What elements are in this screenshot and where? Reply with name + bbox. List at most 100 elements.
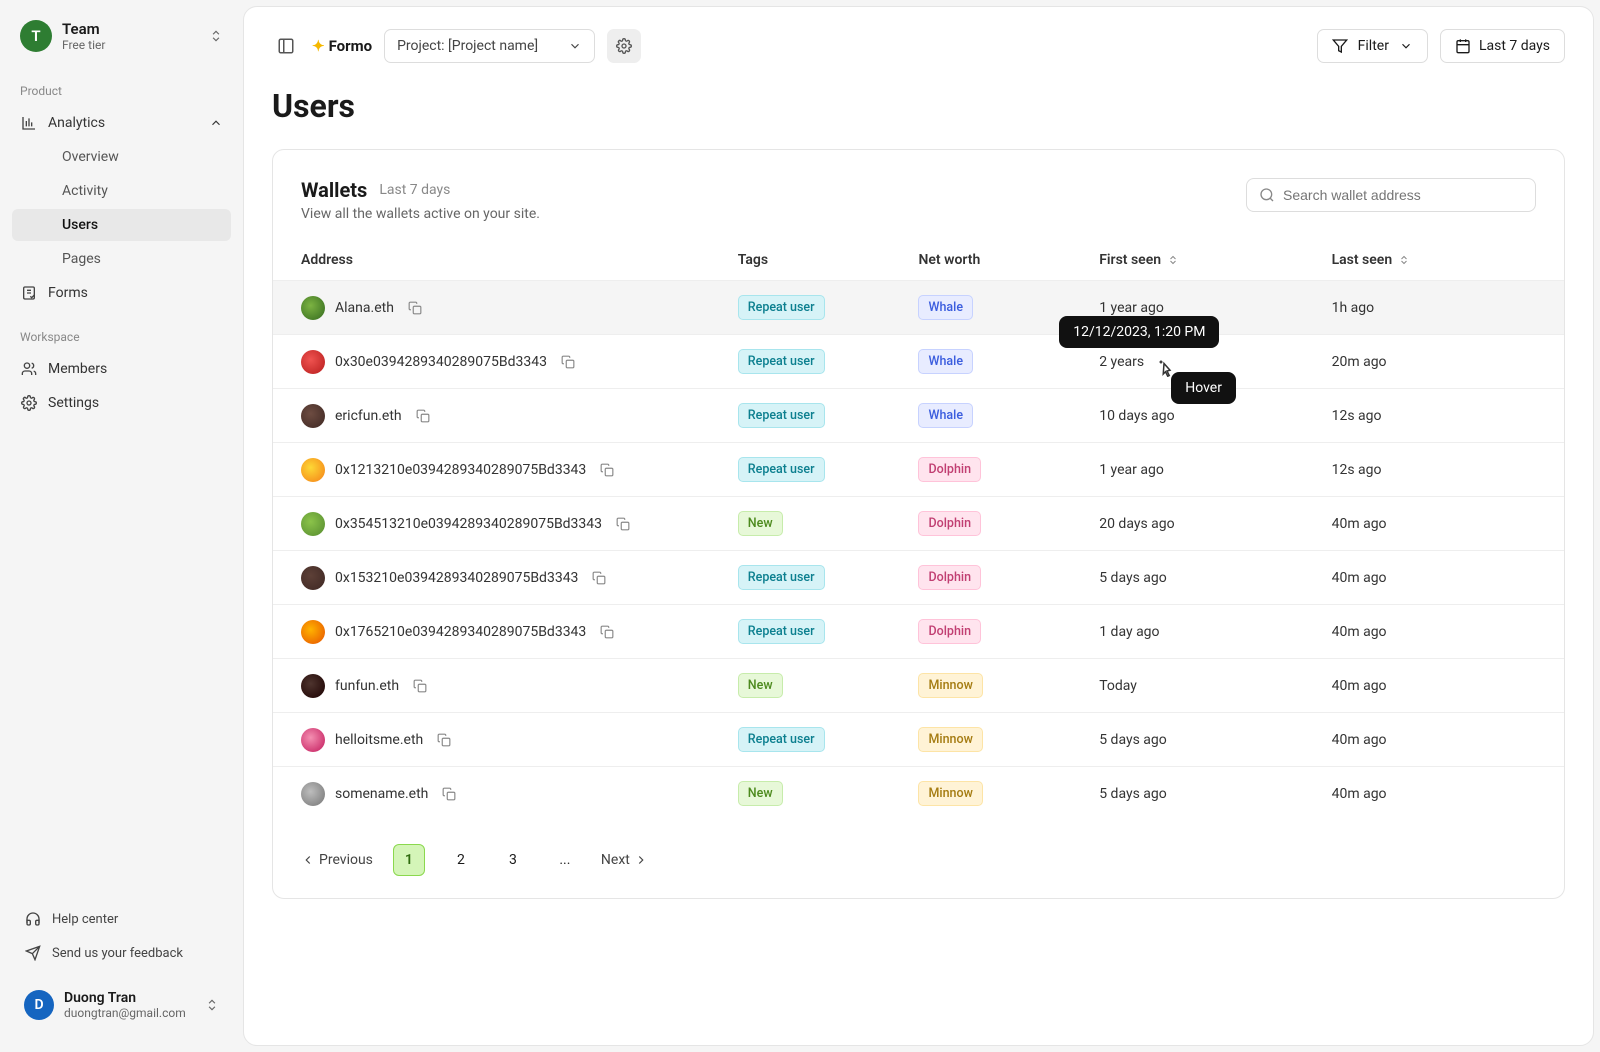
wallet-avatar [301,458,325,482]
first-seen-value: 2 years [1099,354,1144,370]
nav-forms[interactable]: Forms [0,276,243,310]
table-row[interactable]: 0x1213210e0394289340289075Bd3343 Repeat … [273,443,1564,497]
brand-star-icon: ✦ [312,37,325,55]
networth-badge: Dolphin [918,511,981,536]
filter-button[interactable]: Filter [1317,29,1428,63]
table-row[interactable]: ericfun.eth Repeat user Whale 10 days ag… [273,389,1564,443]
wallet-address: somename.eth [335,786,428,802]
copy-icon[interactable] [592,571,606,585]
table-row[interactable]: Alana.eth Repeat user Whale 1 year ago 1… [273,281,1564,335]
first-seen-value: Today [1099,678,1137,694]
copy-icon[interactable] [416,409,430,423]
page-title: Users [244,75,1593,145]
first-seen-value: 5 days ago [1099,786,1167,802]
last-seen-value: 40m ago [1332,786,1387,802]
copy-icon[interactable] [413,679,427,693]
users-icon [20,360,38,378]
wallet-avatar [301,728,325,752]
user-switcher[interactable]: D Duong Tran duongtran@gmail.com [4,978,239,1032]
wallet-avatar [301,512,325,536]
card-period: Last 7 days [379,182,450,198]
last-seen-value: 40m ago [1332,732,1387,748]
wallets-card: Wallets Last 7 days View all the wallets… [272,149,1565,899]
table-row[interactable]: 0x354513210e0394289340289075Bd3343 New D… [273,497,1564,551]
page-1[interactable]: 1 [393,844,425,876]
user-name: Duong Tran [64,990,195,1006]
wallet-avatar [301,404,325,428]
chevron-sort-icon [209,29,223,43]
wallets-table: Address Tags Net worth First seen Last s… [273,240,1564,820]
copy-icon[interactable] [616,517,630,531]
tag-badge: New [738,673,783,698]
chart-icon [20,114,38,132]
last-seen-value: 40m ago [1332,570,1387,586]
prev-button[interactable]: Previous [301,852,373,868]
networth-badge: Whale [918,403,973,428]
tag-badge: Repeat user [738,565,825,590]
wallet-address: funfun.eth [335,678,399,694]
nav-sub-pages[interactable]: Pages [12,243,231,275]
last-seen-value: 12s ago [1332,408,1382,424]
help-label: Help center [52,912,118,927]
networth-badge: Dolphin [918,457,981,482]
feedback-link[interactable]: Send us your feedback [4,936,239,970]
copy-icon[interactable] [561,355,575,369]
pagination: Previous 1 2 3 ... Next [273,820,1564,876]
nav-sub-activity[interactable]: Activity [12,175,231,207]
team-tier: Free tier [62,38,199,52]
feedback-label: Send us your feedback [52,946,183,961]
table-row[interactable]: funfun.eth New Minnow Today 40m ago [273,659,1564,713]
search-icon [1259,187,1275,203]
first-seen-value: 1 year ago [1099,300,1164,316]
nav-members[interactable]: Members [0,352,243,386]
copy-icon[interactable] [600,625,614,639]
page-3[interactable]: 3 [497,844,529,876]
team-avatar: T [20,20,52,52]
wallet-avatar [301,350,325,374]
brand-logo: ✦ Formo [312,37,372,55]
nav-sub-users[interactable]: Users [12,209,231,241]
next-button[interactable]: Next [601,852,648,868]
table-row[interactable]: 0x153210e0394289340289075Bd3343 Repeat u… [273,551,1564,605]
chevron-sort-icon [205,998,219,1012]
first-seen-value: 1 day ago [1099,624,1159,640]
wallet-address: 0x1765210e0394289340289075Bd3343 [335,624,586,640]
table-row[interactable]: somename.eth New Minnow 5 days ago 40m a… [273,767,1564,821]
tag-badge: Repeat user [738,295,825,320]
copy-icon[interactable] [442,787,456,801]
nav-settings-label: Settings [48,395,99,411]
wallet-avatar [301,296,325,320]
table-row[interactable]: 0x30e0394289340289075Bd3343 Repeat user … [273,335,1564,389]
tag-badge: Repeat user [738,619,825,644]
search-field[interactable] [1246,178,1536,212]
networth-badge: Whale [918,295,973,320]
nav-analytics[interactable]: Analytics [0,106,243,140]
settings-button[interactable] [607,29,641,63]
table-row[interactable]: helloitsme.eth Repeat user Minnow 5 days… [273,713,1564,767]
copy-icon[interactable] [408,301,422,315]
tooltip-date: 12/12/2023, 1:20 PM [1059,316,1219,348]
copy-icon[interactable] [437,733,451,747]
page-2[interactable]: 2 [445,844,477,876]
wallet-address: 0x30e0394289340289075Bd3343 [335,354,547,370]
card-title: Wallets [301,178,367,202]
copy-icon[interactable] [600,463,614,477]
col-lastseen[interactable]: Last seen [1332,240,1564,281]
chevron-down-icon [1399,39,1413,53]
card-description: View all the wallets active on your site… [301,206,1246,222]
wallet-address: 0x1213210e0394289340289075Bd3343 [335,462,586,478]
tag-badge: Repeat user [738,457,825,482]
panel-toggle-button[interactable] [272,32,300,60]
help-center-link[interactable]: Help center [4,902,239,936]
team-switcher[interactable]: T Team Free tier [20,20,223,52]
nav-sub-overview[interactable]: Overview [12,141,231,173]
date-range-button[interactable]: Last 7 days [1440,29,1565,63]
user-avatar: D [24,990,54,1020]
topbar: ✦ Formo Project: [Project name] Filter [244,7,1593,75]
project-selector[interactable]: Project: [Project name] [384,29,595,63]
col-firstseen[interactable]: First seen [1099,240,1331,281]
table-row[interactable]: 0x1765210e0394289340289075Bd3343 Repeat … [273,605,1564,659]
nav-settings[interactable]: Settings [0,386,243,420]
last-seen-value: 40m ago [1332,678,1387,694]
search-input[interactable] [1283,187,1523,203]
